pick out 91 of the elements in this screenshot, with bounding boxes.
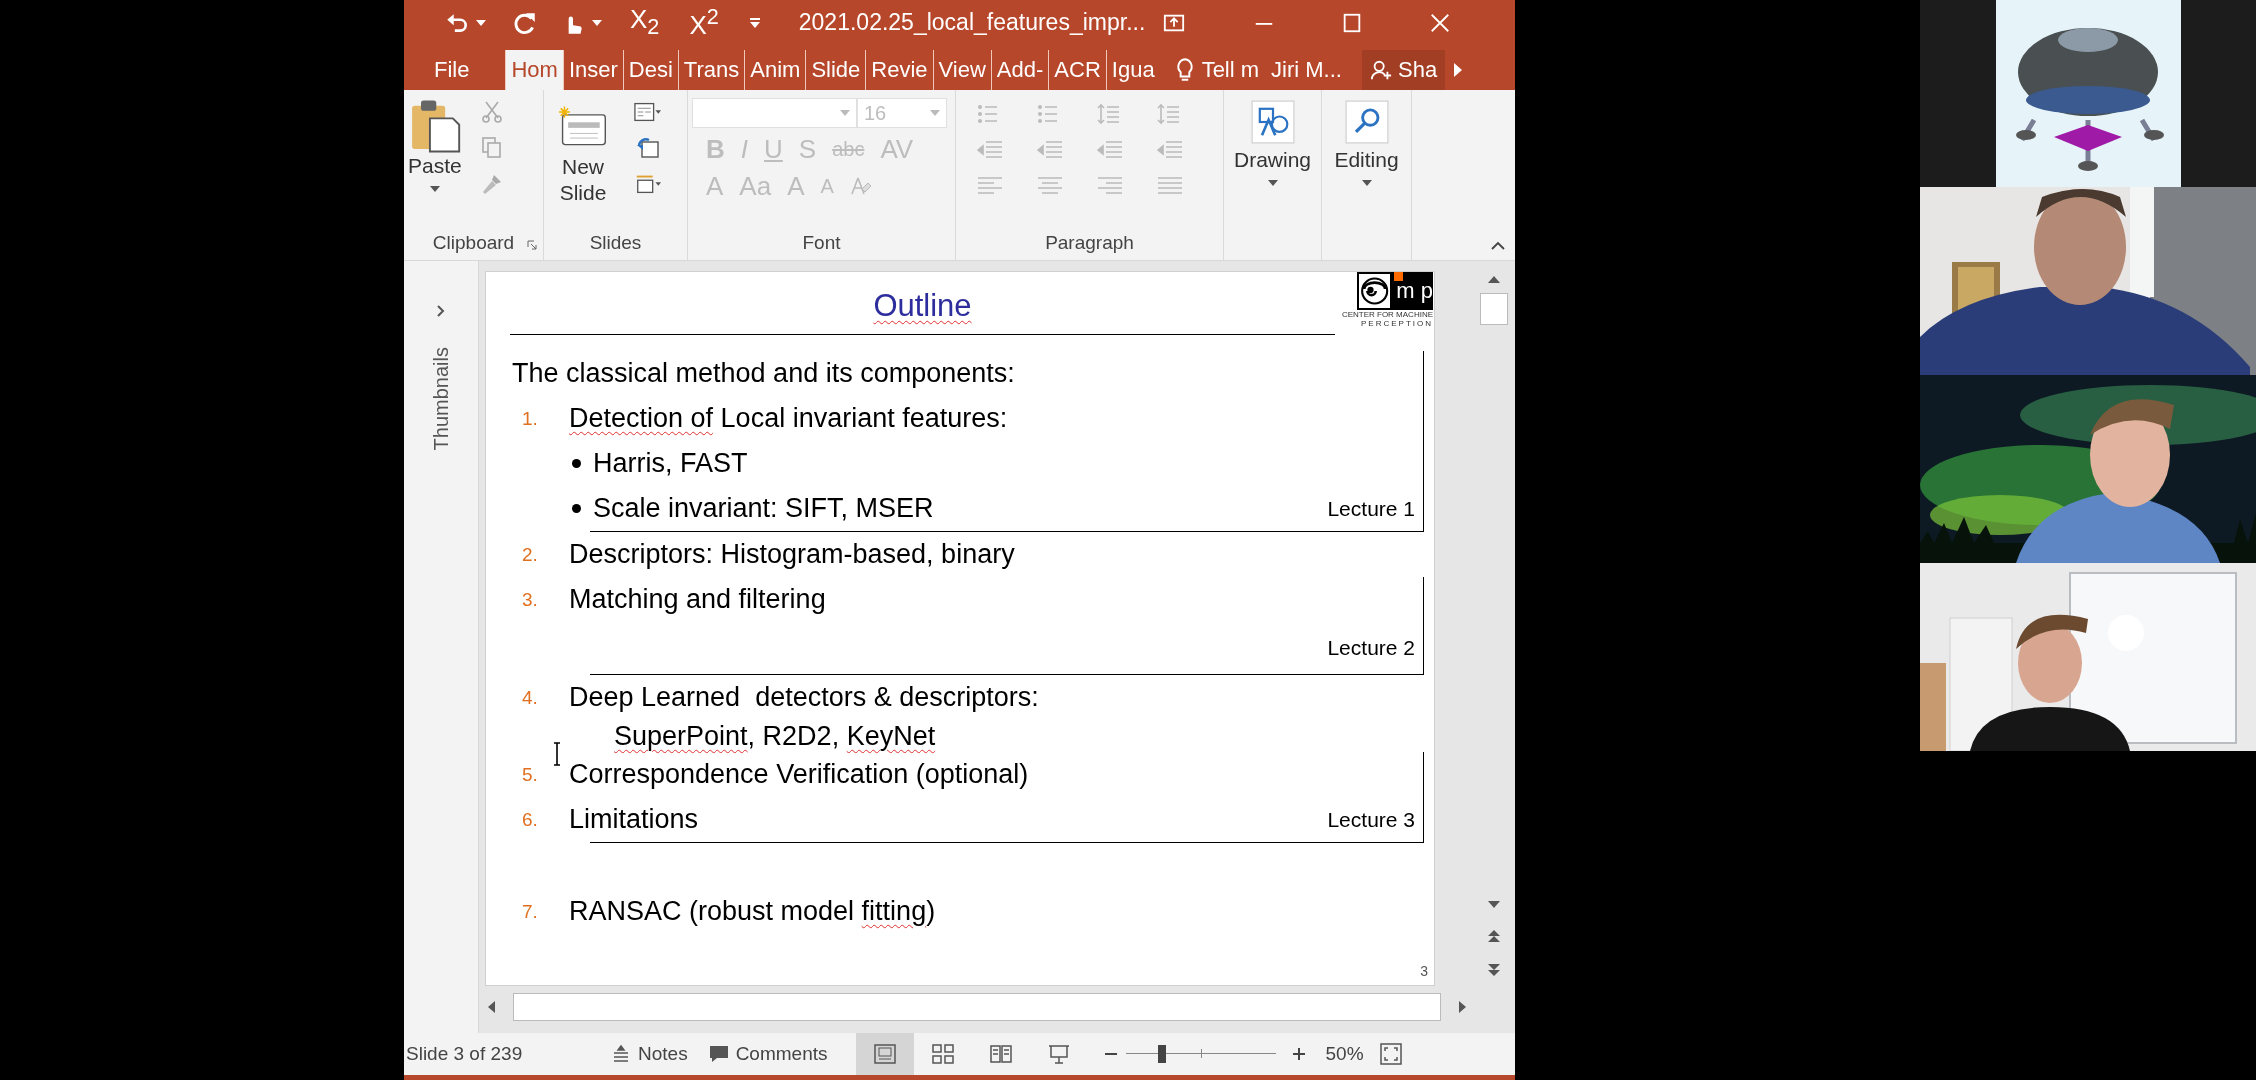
comments-button[interactable]: Comments	[701, 1043, 834, 1065]
close-icon[interactable]	[1429, 11, 1452, 34]
ribbon-tab[interactable]: View	[932, 50, 991, 90]
slide-counter: Slide 3 of 239	[406, 1043, 524, 1065]
lecture-label: Lecture 3	[1327, 807, 1415, 832]
zoom-slider-thumb[interactable]	[1157, 1045, 1166, 1063]
dropdown-caret-icon[interactable]	[840, 110, 850, 116]
bullet-text: Scale invariant: SIFT, MSER	[593, 493, 934, 524]
user-name[interactable]: Jiri M...	[1271, 50, 1342, 90]
ribbon-tab[interactable]: Desi	[622, 50, 678, 90]
page-number: 3	[1420, 963, 1428, 979]
scroll-right-icon[interactable]	[1459, 1001, 1467, 1013]
list-number: 4.	[522, 686, 539, 709]
previous-slide-icon[interactable]	[1487, 929, 1501, 943]
scroll-down-icon[interactable]	[1488, 901, 1500, 909]
list-item-text: Matching and filtering	[569, 584, 826, 615]
list-number: 2.	[522, 543, 539, 566]
speech-bubble-icon	[707, 1044, 730, 1064]
lecture-label: Lecture 1	[1327, 496, 1415, 521]
group-label: Paragraph	[1045, 232, 1134, 255]
ribbon-tab[interactable]: Add-	[990, 50, 1049, 90]
normal-view-button[interactable]	[855, 1033, 914, 1075]
group-label: Slides	[589, 232, 642, 255]
fit-slide-icon[interactable]	[1379, 1043, 1402, 1065]
ribbon-tab[interactable]: File	[424, 50, 480, 90]
drawing-button[interactable]: Drawing	[1230, 100, 1315, 186]
editing-button[interactable]: Editing	[1330, 100, 1403, 186]
list-item-text: RANSAC (robust model fitting)	[569, 896, 936, 927]
caret-icon	[429, 186, 440, 192]
ribbon-tab[interactable]: Revie	[865, 50, 933, 90]
window-title: 2021.02.25_local_features_impr...	[798, 9, 1146, 36]
collapse-ribbon-icon[interactable]	[1491, 241, 1505, 250]
subscript-button[interactable]: X$_{2}$	[628, 4, 662, 41]
slide-title: Outline	[510, 284, 1335, 335]
ribbon-tab[interactable]: ACR	[1048, 50, 1106, 90]
caret-icon[interactable]	[476, 19, 486, 26]
bullet-icon	[572, 504, 581, 513]
list-item-text: SuperPoint, R2D2, KeyNet	[614, 720, 936, 752]
zoom-slider[interactable]	[1125, 1043, 1276, 1065]
tell-me-button[interactable]: Tell m	[1167, 50, 1266, 90]
list-item-text: Descriptors: Histogram-based, binary	[569, 539, 1015, 570]
paste-button[interactable]: Paste	[404, 98, 466, 192]
bullet-icon	[572, 459, 581, 468]
list-number: 7.	[522, 900, 539, 923]
scroll-up-icon[interactable]	[1488, 275, 1500, 283]
group-label: Clipboard	[432, 232, 515, 255]
font-name-field[interactable]	[692, 98, 857, 128]
slideshow-view-icon	[1046, 1043, 1071, 1065]
caret-icon	[1267, 180, 1278, 186]
list-item-text: Limitations	[569, 804, 699, 835]
expand-icon[interactable]	[437, 305, 445, 317]
ribbon-tab[interactable]: Igua	[1105, 50, 1160, 90]
customize-caret-icon[interactable]	[748, 16, 761, 29]
shapes-icon	[1250, 100, 1295, 144]
list-item-text: Deep Learned detectors & descriptors:	[569, 682, 1039, 713]
notes-button[interactable]: Notes	[604, 1043, 694, 1065]
list-number: 5.	[522, 763, 539, 786]
normal-view-icon	[872, 1043, 897, 1065]
thumbnails-label[interactable]: Thumbnails	[429, 347, 453, 451]
zoom-percentage[interactable]: 50%	[1325, 1043, 1364, 1065]
group-label: Font	[802, 232, 841, 255]
bullet-text: Harris, FAST	[593, 448, 748, 479]
list-item-text: Correspondence Verification (optional)	[569, 759, 1029, 790]
ribbon-tab[interactable]: Hom	[505, 50, 563, 90]
scroll-thumb[interactable]	[1480, 293, 1508, 325]
scroll-right-icon[interactable]	[1453, 62, 1464, 78]
list-number: 3.	[522, 588, 539, 611]
superscript-button[interactable]: X$^{2}$	[687, 4, 721, 41]
ribbon-tab[interactable]: Inser	[562, 50, 623, 90]
new-slide-button[interactable]: New Slide	[544, 98, 622, 206]
dialog-launcher-icon[interactable]	[527, 240, 537, 250]
scroll-thumb[interactable]	[513, 993, 1441, 1021]
sorter-view-icon	[930, 1043, 955, 1065]
ribbon-tab[interactable]: Trans	[677, 50, 745, 90]
caret-icon	[1361, 180, 1372, 186]
ribbon-tab[interactable]: Slide	[805, 50, 866, 90]
list-number: 6.	[522, 808, 539, 831]
list-item-text: Detection of Local invariant features:	[569, 403, 1008, 434]
caret-icon[interactable]	[592, 19, 602, 26]
scroll-left-icon[interactable]	[487, 1001, 495, 1013]
next-slide-icon[interactable]	[1487, 963, 1501, 977]
search-icon	[1344, 100, 1389, 144]
text-cursor-icon	[552, 742, 562, 766]
share-button[interactable]: Sha	[1361, 50, 1446, 90]
slide-text: The classical method and its components:	[512, 357, 1016, 390]
layout-icon[interactable]	[634, 100, 662, 124]
ribbon-tab[interactable]: Anim	[744, 50, 806, 90]
zoom-in-icon[interactable]	[1291, 1047, 1306, 1061]
reading-view-icon	[988, 1043, 1013, 1065]
list-number: 1.	[522, 407, 539, 430]
lecture-label: Lecture 2	[1327, 636, 1415, 660]
